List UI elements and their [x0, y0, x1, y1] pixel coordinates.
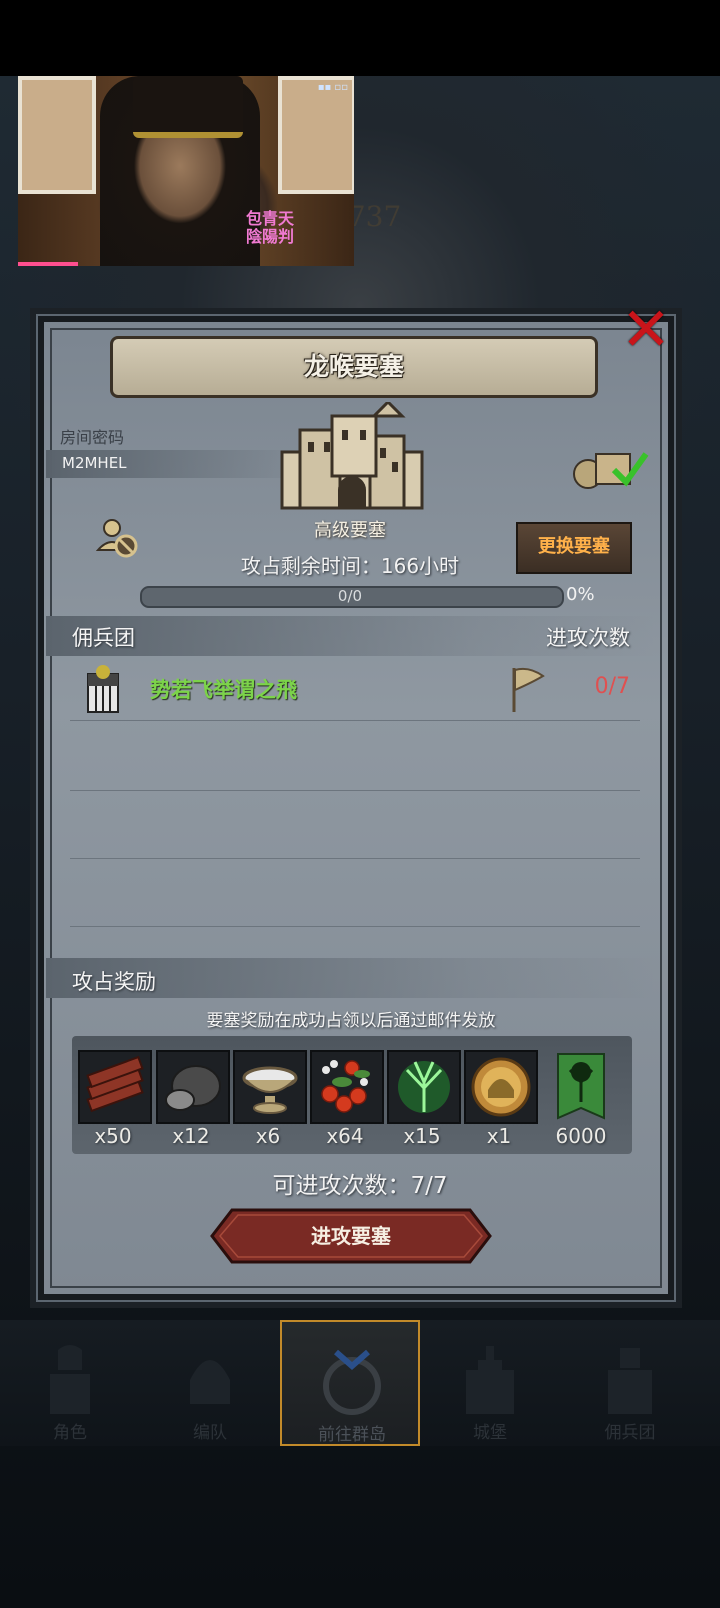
flag-icon [512, 667, 545, 712]
nav-castle-label: 城堡 [473, 1423, 507, 1443]
room-code-value[interactable]: M2MHEL [62, 454, 127, 472]
nav-islands[interactable]: 前往群岛 [280, 1320, 420, 1446]
list-divider [70, 790, 640, 791]
knight-icon [50, 1345, 90, 1414]
reward-item-ore[interactable] [156, 1050, 230, 1124]
rewards-note: 要塞奖励在成功占领以后通过邮件发放 [206, 1011, 496, 1031]
mercenary-attack-count: 0/7 [594, 674, 630, 699]
status-bar [0, 0, 720, 76]
gold-helmet-medal-icon [471, 1057, 531, 1117]
nav-role[interactable]: 角色 [0, 1320, 140, 1446]
time-remaining: 攻占剩余时间：166小时 [240, 554, 460, 578]
loot-bag-check-icon[interactable] [570, 444, 650, 490]
reward-item-bowl[interactable] [233, 1050, 307, 1124]
nav-islands-label: 前往群岛 [318, 1425, 386, 1445]
video-window-frame [278, 76, 354, 194]
list-divider [70, 858, 640, 859]
rewards-header: 攻占奖励 [72, 970, 156, 994]
occupy-progress-percent: 0% [566, 584, 595, 605]
reward-qty-spirit: x15 [403, 1124, 441, 1148]
mercenary-header: 佣兵团 [72, 626, 135, 650]
reward-qty-medal: x1 [486, 1124, 512, 1148]
mercenary-row[interactable]: 势若飞举谓之飛 0/7 [70, 660, 640, 721]
bottom-navigation: 角色 编队 前往群岛 城堡 佣兵团 [0, 1320, 720, 1446]
video-window-frame [18, 76, 96, 194]
attack-count-header: 进攻次数 [546, 626, 630, 650]
attack-button-label: 进攻要塞 [311, 1224, 391, 1248]
nav-role-label: 角色 [53, 1423, 87, 1443]
castle-icon [280, 402, 424, 510]
reward-qty-banner: 6000 [555, 1124, 607, 1148]
fortress-type: 高级要塞 [314, 520, 386, 541]
attack-fortress-button[interactable]: 进攻要塞 [210, 1208, 492, 1264]
list-divider [70, 926, 640, 927]
nav-mercenary[interactable]: 佣兵团 [560, 1320, 700, 1446]
reward-item-berries[interactable] [310, 1050, 384, 1124]
reward-qty-ore: x12 [172, 1124, 210, 1148]
video-channel-logo: ▪▪ ▫▫ [317, 82, 348, 93]
video-subtitle-line1: 包青天 [245, 209, 294, 228]
helmet-icon [190, 1360, 230, 1404]
no-user-icon[interactable] [96, 516, 140, 560]
reward-item-spirit[interactable] [387, 1050, 461, 1124]
reward-item-banner[interactable] [556, 1052, 606, 1120]
mercenary-nav-icon [608, 1348, 652, 1414]
video-progress-bar [18, 262, 78, 266]
reward-item-wood[interactable] [78, 1050, 152, 1124]
tree-banner-icon [557, 1053, 605, 1120]
video-thumbnail[interactable]: ▪▪ ▫▫ 包青天 陰陽判 [18, 76, 354, 266]
reward-qty-bowl: x6 [255, 1124, 281, 1148]
available-attacks: 可进攻次数：7/7 [272, 1173, 448, 1199]
video-person-hat [133, 76, 243, 138]
compass-icon [323, 1349, 381, 1415]
nav-castle[interactable]: 城堡 [420, 1320, 560, 1446]
room-password-label: 房间密码 [60, 428, 125, 447]
castle-nav-icon [466, 1346, 514, 1414]
reward-item-medal[interactable] [464, 1050, 538, 1124]
close-button[interactable]: ✕ [618, 300, 674, 360]
reward-qty-berries: x64 [326, 1124, 364, 1148]
dialog-title: 龙喉要塞 [110, 336, 598, 398]
close-icon: ✕ [620, 295, 672, 365]
nav-mercenary-label: 佣兵团 [604, 1423, 656, 1443]
video-subtitle: 包青天 陰陽判 [246, 210, 294, 246]
occupy-progress-text: 0/0 [337, 587, 363, 605]
green-tree-spirit-icon [398, 1061, 450, 1113]
nav-formation-label: 编队 [193, 1423, 227, 1443]
iron-ore-icon [165, 1065, 221, 1111]
mercenary-name: 势若飞举谓之飛 [150, 678, 297, 702]
reward-qty-wood: x50 [94, 1124, 132, 1148]
mercenary-banner-icon [87, 665, 119, 713]
video-subtitle-line2: 陰陽判 [245, 227, 294, 246]
nav-formation[interactable]: 编队 [140, 1320, 280, 1446]
change-fortress-button[interactable]: 更换要塞 [516, 522, 632, 574]
wood-logs-icon [86, 1055, 144, 1113]
berries-icon [321, 1060, 370, 1113]
silver-bowl-icon [242, 1066, 298, 1114]
